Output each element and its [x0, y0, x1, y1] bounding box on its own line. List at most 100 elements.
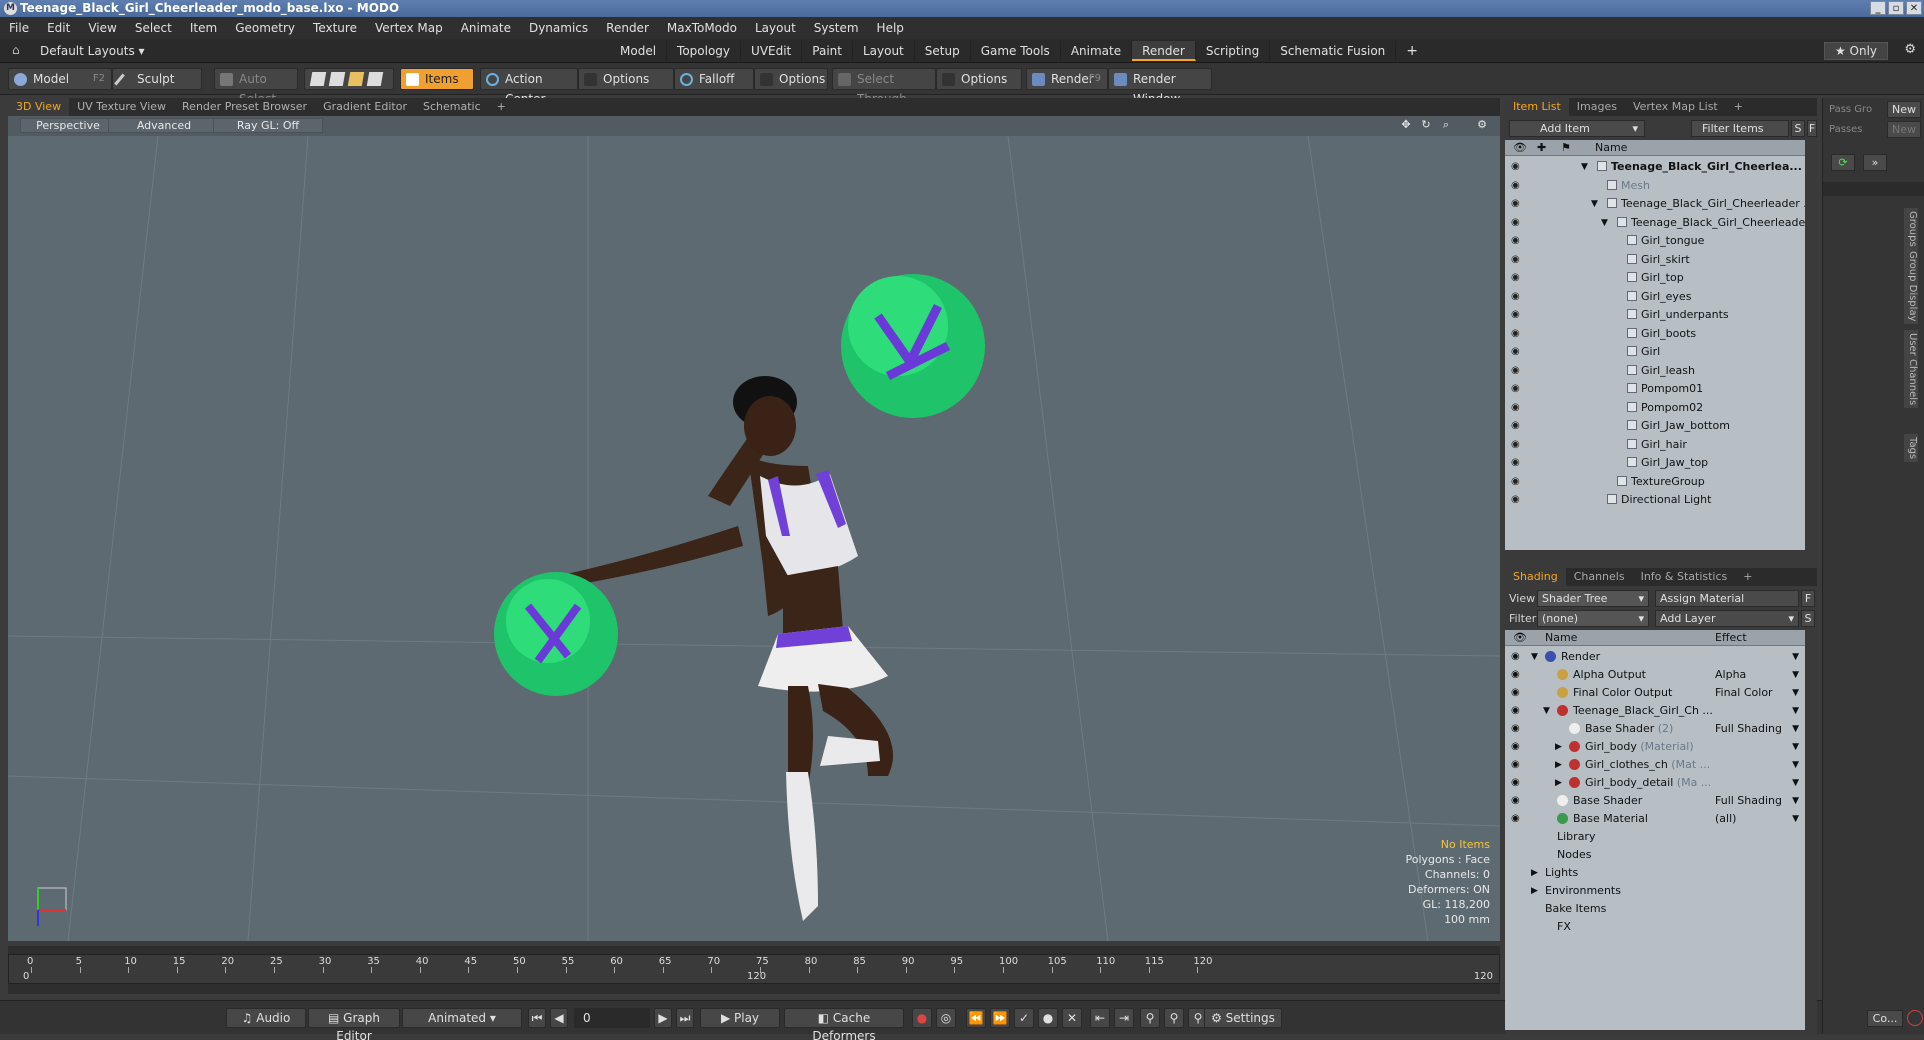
- item-row[interactable]: ◉ Pompom02: [1505, 399, 1805, 417]
- shader-row[interactable]: ◉ ▼ Render ▼: [1505, 648, 1805, 666]
- pan-icon[interactable]: ✥: [1398, 118, 1414, 133]
- shader-tree[interactable]: 👁 Name Effect ◉ ▼ Render ▼ ◉ Alpha Output Alph…: [1505, 630, 1805, 1030]
- falloff-options-button[interactable]: Options: [754, 68, 828, 90]
- item-row[interactable]: ◉ ▼ Teenage_Black_Girl_Cheerleader ...: [1505, 195, 1805, 213]
- zoom-icon[interactable]: ⌕: [1438, 118, 1454, 133]
- menu-dynamics[interactable]: Dynamics: [520, 17, 597, 39]
- visibility-eye-icon[interactable]: ◉: [1511, 383, 1525, 394]
- item-tree[interactable]: 👁 ✚ ⚑ Name ◉ ▼ Teenage_Black_Girl_Cheerlea…: [1505, 140, 1805, 550]
- shader-row[interactable]: Library: [1505, 828, 1805, 846]
- shading-tab-1[interactable]: Channels: [1566, 568, 1633, 586]
- expand-arrow-icon[interactable]: ▶: [1531, 882, 1538, 900]
- visibility-eye-icon[interactable]: ◉: [1511, 180, 1525, 191]
- add-layout-tab-icon[interactable]: +: [1396, 41, 1428, 61]
- filter-s-button[interactable]: S: [1791, 120, 1805, 137]
- effect-dropdown-icon[interactable]: ▼: [1792, 792, 1799, 810]
- visibility-eye-icon[interactable]: ◉: [1511, 648, 1520, 666]
- item-row[interactable]: ◉ Mesh: [1505, 177, 1805, 195]
- visibility-eye-icon[interactable]: ◉: [1511, 217, 1525, 228]
- visibility-eye-icon[interactable]: ◉: [1511, 328, 1525, 339]
- add-layer-dropdown[interactable]: Add Layer ▾: [1655, 610, 1799, 627]
- refresh-icon[interactable]: ⟳: [1831, 154, 1855, 171]
- effect-dropdown-icon[interactable]: ▼: [1792, 774, 1799, 792]
- materials-select-icon[interactable]: [366, 72, 384, 86]
- visibility-eye-icon[interactable]: ◉: [1511, 420, 1525, 431]
- shader-effect[interactable]: Full Shading: [1715, 792, 1782, 810]
- visibility-eye-icon[interactable]: ◉: [1511, 346, 1525, 357]
- effect-dropdown-icon[interactable]: ▼: [1792, 810, 1799, 828]
- delete-key-icon[interactable]: ✕: [1062, 1008, 1082, 1028]
- visibility-eye-icon[interactable]: ◉: [1511, 720, 1520, 738]
- expand-arrow-icon[interactable]: ▶: [1555, 774, 1562, 792]
- effect-dropdown-icon[interactable]: ▼: [1792, 720, 1799, 738]
- layout-tab-uvedit[interactable]: UVEdit: [741, 41, 803, 61]
- menu-help[interactable]: Help: [868, 17, 913, 39]
- item-row[interactable]: ◉ Girl_Jaw_bottom: [1505, 417, 1805, 435]
- layout-tab-schematic-fusion[interactable]: Schematic Fusion: [1270, 41, 1397, 61]
- select-through-options-button[interactable]: Options: [936, 68, 1022, 90]
- viewport-tab-1[interactable]: UV Texture View: [69, 98, 174, 116]
- shader-row[interactable]: ◉ Base Shader Full Shading ▼: [1505, 792, 1805, 810]
- item-row[interactable]: ◉ Girl: [1505, 343, 1805, 361]
- visibility-eye-icon[interactable]: ◉: [1511, 792, 1520, 810]
- item-row[interactable]: ◉ TextureGroup: [1505, 473, 1805, 491]
- action-center-options-button[interactable]: Options: [578, 68, 674, 90]
- expand-arrow-icon[interactable]: ▶: [1531, 864, 1538, 882]
- visibility-eye-icon[interactable]: ◉: [1511, 402, 1525, 413]
- menu-select[interactable]: Select: [126, 17, 181, 39]
- shader-row[interactable]: ◉ Final Color Output Final Color ▼: [1505, 684, 1805, 702]
- advanced-dropdown[interactable]: Advanced: [108, 118, 220, 133]
- layout-tab-scripting[interactable]: Scripting: [1196, 41, 1271, 61]
- shader-effect[interactable]: Final Color: [1715, 684, 1773, 702]
- go-start-icon[interactable]: ⏮: [528, 1008, 546, 1028]
- perspective-dropdown[interactable]: Perspective: [20, 118, 116, 133]
- layout-tab-game-tools[interactable]: Game Tools: [971, 41, 1061, 61]
- item-list-tab-1[interactable]: Images: [1569, 98, 1625, 116]
- item-row[interactable]: ◉ Girl_tongue: [1505, 232, 1805, 250]
- layout-tab-render[interactable]: Render: [1132, 41, 1196, 61]
- animated-dropdown[interactable]: Animated ▾: [402, 1008, 522, 1028]
- expand-arrow-icon[interactable]: ▼: [1531, 648, 1538, 666]
- key-options-icon[interactable]: ⚲: [1164, 1008, 1184, 1028]
- shader-row[interactable]: Bake Items: [1505, 900, 1805, 918]
- layout-tab-topology[interactable]: Topology: [667, 41, 742, 61]
- effect-dropdown-icon[interactable]: ▼: [1792, 648, 1799, 666]
- falloff-button[interactable]: Falloff: [674, 68, 754, 90]
- settings-button[interactable]: ⚙ Settings: [1204, 1008, 1282, 1028]
- visibility-eye-icon[interactable]: ◉: [1511, 161, 1525, 172]
- range-end-icon[interactable]: ⇥: [1114, 1008, 1134, 1028]
- item-row[interactable]: ◉ Girl_skirt: [1505, 251, 1805, 269]
- item-list-tab-3[interactable]: +: [1726, 98, 1751, 116]
- visibility-eye-icon[interactable]: ◉: [1511, 291, 1525, 302]
- layout-pin-icon[interactable]: ⌂: [12, 43, 26, 57]
- viewport-tab-2[interactable]: Render Preset Browser: [174, 98, 315, 116]
- play-button[interactable]: ▶ Play: [700, 1008, 780, 1028]
- new-pass-group-button[interactable]: New: [1887, 101, 1921, 118]
- menu-layout[interactable]: Layout: [746, 17, 805, 39]
- effect-dropdown-icon[interactable]: ▼: [1792, 684, 1799, 702]
- filter-dropdown[interactable]: (none) ▾: [1537, 610, 1649, 627]
- item-row[interactable]: ◉ Girl_boots: [1505, 325, 1805, 343]
- effect-dropdown-icon[interactable]: ▼: [1792, 756, 1799, 774]
- item-row[interactable]: ◉ ▼ Teenage_Black_Girl_Cheerleader: [1505, 214, 1805, 232]
- shading-tab-2[interactable]: Info & Statistics: [1633, 568, 1736, 586]
- menu-animate[interactable]: Animate: [452, 17, 520, 39]
- model-mode-button[interactable]: Model F2: [8, 68, 112, 90]
- visibility-eye-icon[interactable]: ◉: [1511, 810, 1520, 828]
- effect-dropdown-icon[interactable]: ▼: [1792, 738, 1799, 756]
- item-row[interactable]: ◉ Girl_top: [1505, 269, 1805, 287]
- item-row[interactable]: ◉ Girl_Jaw_top: [1505, 454, 1805, 472]
- layout-tab-paint[interactable]: Paint: [802, 41, 853, 61]
- default-layouts-dropdown[interactable]: Default Layouts ▾: [40, 42, 145, 60]
- add-layer-s-button[interactable]: S: [1801, 610, 1815, 627]
- record-icon[interactable]: ●: [1038, 1008, 1058, 1028]
- shader-effect[interactable]: Full Shading: [1715, 720, 1782, 738]
- expand-arrow-icon[interactable]: ▼: [1581, 158, 1588, 176]
- visibility-eye-icon[interactable]: ◉: [1511, 235, 1525, 246]
- shader-row[interactable]: ◉ ▼ Teenage_Black_Girl_Ch ... ▼: [1505, 702, 1805, 720]
- new-pass-button[interactable]: New: [1887, 121, 1921, 138]
- assign-material-button[interactable]: Assign Material: [1655, 590, 1799, 607]
- stop-icon[interactable]: [1907, 1010, 1923, 1026]
- gear-icon[interactable]: ⚙: [1904, 42, 1916, 57]
- 3d-viewport[interactable]: No Items Polygons : Face Channels: 0 Def…: [8, 136, 1500, 941]
